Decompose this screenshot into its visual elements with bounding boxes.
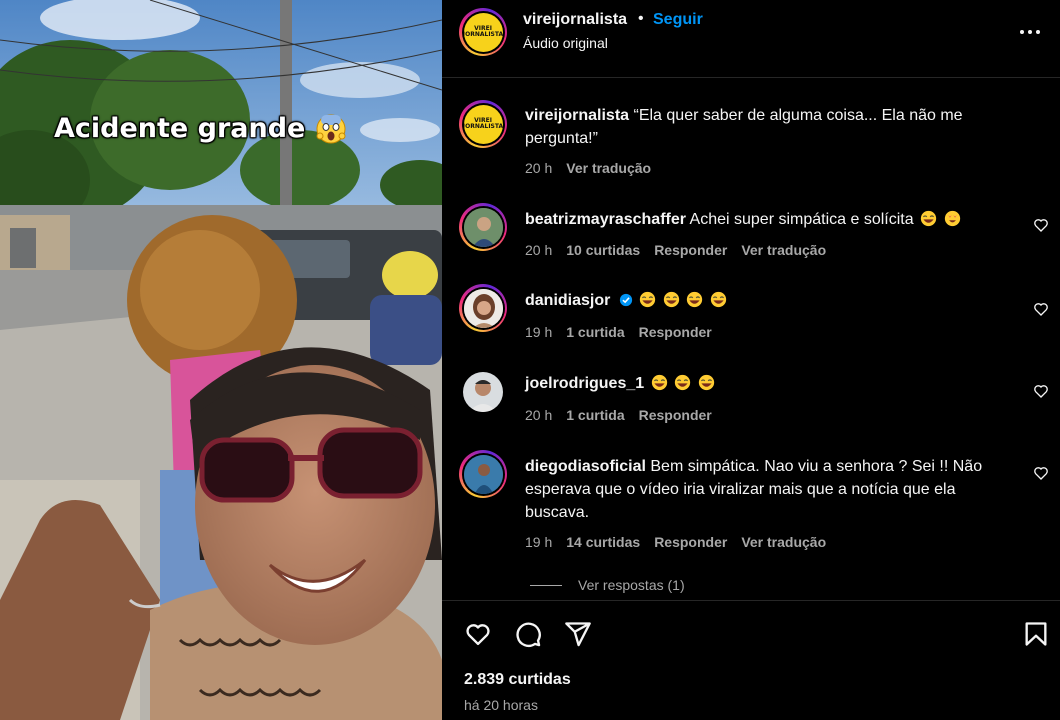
comment-meta: 19 h 1 curtida Responder <box>525 324 712 340</box>
avatar-logo-text: VIREI JORNALISTA <box>463 25 503 38</box>
post-caption: vireijornalista “Ela quer saber de algum… <box>525 104 1015 150</box>
comment-likes[interactable]: 14 curtidas <box>566 534 640 550</box>
comment-likes[interactable]: 10 curtidas <box>566 242 640 258</box>
like-comment-heart-icon[interactable] <box>1033 383 1049 399</box>
bookmark-icon[interactable] <box>1022 620 1050 648</box>
reply-button[interactable]: Responder <box>654 242 727 258</box>
comment-likes[interactable]: 1 curtida <box>566 407 624 423</box>
comment-icon[interactable] <box>514 620 542 648</box>
likes-count[interactable]: 2.839 curtidas <box>464 671 571 689</box>
comment-time[interactable]: 20 h <box>525 242 552 258</box>
laughing-face-emoji <box>710 291 726 308</box>
like-comment-heart-icon[interactable] <box>1033 465 1049 481</box>
comment-username[interactable]: danidiasjor <box>525 292 610 309</box>
caption-translate-link[interactable]: Ver tradução <box>566 160 651 176</box>
video-caption-overlay: Acidente grande <box>54 112 347 144</box>
caption-username[interactable]: vireijornalista <box>525 107 629 124</box>
post-author-username[interactable]: vireijornalista <box>523 11 627 29</box>
laughing-face-emoji <box>640 291 656 308</box>
comment-username[interactable]: beatrizmayraschaffer <box>525 211 686 228</box>
avatar-logo-text: VIREI JORNALISTA <box>463 117 503 130</box>
laughing-face-emoji <box>663 291 679 308</box>
share-icon[interactable] <box>564 620 592 648</box>
comment-meta: 20 h 10 curtidas Responder Ver tradução <box>525 242 826 258</box>
comment-text: Achei super simpática e solícita <box>689 211 914 228</box>
laughing-face-emoji <box>698 374 714 391</box>
post-author-avatar[interactable]: VIREI JORNALISTA <box>459 8 507 56</box>
comment-body: diegodiasoficial Bem simpática. Nao viu … <box>525 455 1015 524</box>
post-side-panel: VIREI JORNALISTA vireijornalista • Segui… <box>442 0 1060 720</box>
comment-username[interactable]: joelrodrigues_1 <box>525 375 644 392</box>
laughing-face-emoji <box>651 374 667 391</box>
view-replies-button[interactable]: Ver respostas (1) <box>530 577 685 593</box>
audio-link[interactable]: Áudio original <box>523 35 608 51</box>
header-separator: • <box>638 10 644 27</box>
comment-meta: 19 h 14 curtidas Responder Ver tradução <box>525 534 826 550</box>
comment-likes[interactable]: 1 curtida <box>566 324 624 340</box>
comment-body: danidiasjor <box>525 289 1015 312</box>
comment-body: joelrodrigues_1 <box>525 372 1015 395</box>
caption-meta: 20 h Ver tradução <box>525 160 651 176</box>
comment-avatar[interactable] <box>459 284 507 332</box>
comment-time[interactable]: 19 h <box>525 534 552 550</box>
post-time-ago[interactable]: há 20 horas <box>464 697 538 713</box>
replies-line <box>530 584 562 586</box>
comment-username[interactable]: diegodiasoficial <box>525 458 646 475</box>
caption-time[interactable]: 20 h <box>525 160 552 176</box>
laughing-face-emoji <box>687 291 703 308</box>
comment-time[interactable]: 20 h <box>525 407 552 423</box>
like-comment-heart-icon[interactable] <box>1033 217 1049 233</box>
reply-button[interactable]: Responder <box>639 324 712 340</box>
caption-author-avatar[interactable]: VIREI JORNALISTA <box>459 100 507 148</box>
heart-icon[interactable] <box>464 620 492 648</box>
video-frame <box>0 0 442 720</box>
translate-link[interactable]: Ver tradução <box>741 534 826 550</box>
comment-time[interactable]: 19 h <box>525 324 552 340</box>
video-player[interactable]: Acidente grande <box>0 0 442 720</box>
translate-link[interactable]: Ver tradução <box>741 242 826 258</box>
video-caption-text: Acidente grande <box>54 112 306 144</box>
actions-divider <box>442 600 1060 601</box>
comment-meta: 20 h 1 curtida Responder <box>525 407 712 423</box>
view-replies-label[interactable]: Ver respostas (1) <box>578 577 685 593</box>
laughing-face-emoji <box>920 210 937 227</box>
reply-button[interactable]: Responder <box>654 534 727 550</box>
like-comment-heart-icon[interactable] <box>1033 301 1049 317</box>
follow-button[interactable]: Seguir <box>653 11 703 29</box>
heart-eyes-face-emoji <box>944 210 960 227</box>
comment-avatar[interactable] <box>463 372 503 412</box>
more-options-icon[interactable] <box>1020 22 1044 42</box>
comment-avatar[interactable] <box>459 203 507 251</box>
screaming-face-emoji <box>316 114 346 144</box>
header-divider <box>442 77 1060 78</box>
reply-button[interactable]: Responder <box>639 407 712 423</box>
laughing-face-emoji <box>674 374 691 391</box>
comment-body: beatrizmayraschaffer Achei super simpáti… <box>525 208 1015 231</box>
comment-avatar[interactable] <box>459 450 507 498</box>
verified-badge-icon <box>619 293 632 307</box>
